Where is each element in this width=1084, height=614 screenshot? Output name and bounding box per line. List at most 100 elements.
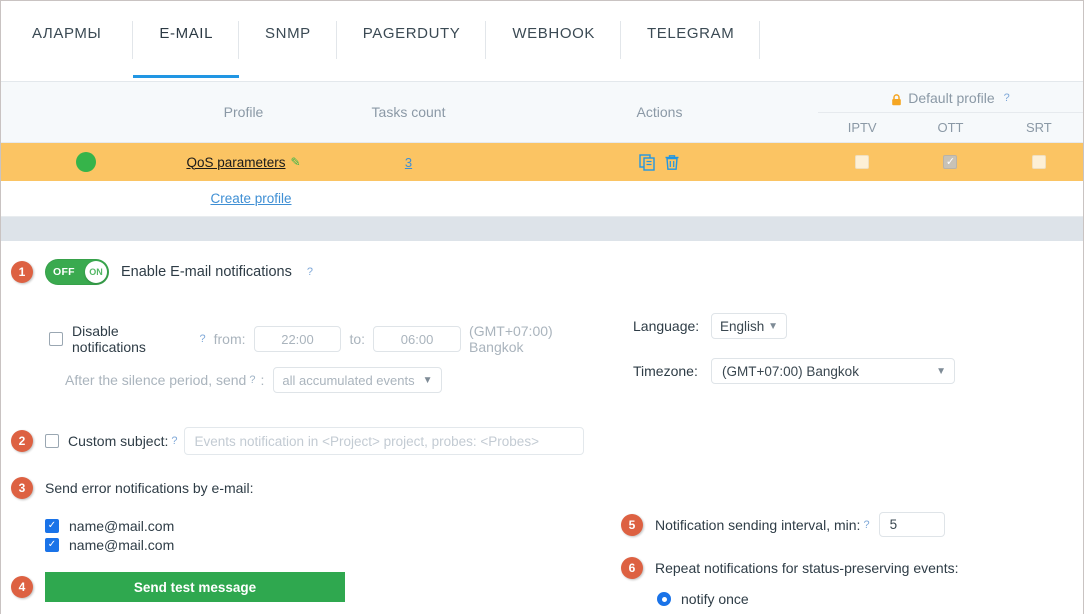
default-profile-help-icon[interactable]: ? <box>1004 92 1010 104</box>
default-iptv-checkbox[interactable] <box>855 155 869 169</box>
section-separator-band <box>1 217 1083 241</box>
recipient-checkbox-2[interactable]: ✓ <box>45 538 59 552</box>
toggle-on-label: ON <box>85 261 107 283</box>
disable-notifications-checkbox[interactable] <box>49 332 63 346</box>
notifications-settings-page: АЛАРМЫ E-MAIL SNMP PAGERDUTY WEBHOOK TEL… <box>0 0 1084 614</box>
enable-notifications-toggle[interactable]: OFF ON <box>45 259 109 285</box>
from-time-input[interactable]: 22:00 <box>254 326 342 352</box>
recipient-email-1: name@mail.com <box>69 518 174 534</box>
default-profile-subcolumns: IPTV OTT SRT <box>818 112 1083 142</box>
create-profile-row: Create profile <box>1 181 1083 217</box>
enable-notifications-row: 1 OFF ON Enable E-mail notifications ? <box>1 241 611 285</box>
tab-snmp-label: SNMP <box>265 25 311 42</box>
active-tab-underline <box>133 75 239 78</box>
timezone-select[interactable]: (GMT+07:00) Bangkok ▼ <box>711 358 955 384</box>
chevron-down-icon: ▼ <box>768 321 778 332</box>
after-silence-help-icon[interactable]: ? <box>249 374 255 386</box>
step-badge-5: 5 <box>621 514 643 536</box>
default-srt-checkbox[interactable] <box>1032 155 1046 169</box>
profile-name-cell: QoS parameters ✎ <box>171 143 316 181</box>
copy-icon[interactable] <box>639 154 656 171</box>
custom-subject-input[interactable]: Events notification in <Project> project… <box>184 427 584 455</box>
disable-notifications-row: Disable notifications ? from: 22:00 to: … <box>1 323 611 355</box>
default-iptv-cell <box>818 143 906 181</box>
enable-notifications-help-icon[interactable]: ? <box>307 266 313 278</box>
after-silence-row: After the silence period, send ? : all a… <box>1 367 611 393</box>
lock-icon <box>891 93 902 105</box>
column-header-profile: Profile <box>171 82 316 142</box>
column-header-default-profile: Default profile ? IPTV OTT SRT <box>818 82 1083 142</box>
tasks-count-link[interactable]: 3 <box>405 155 412 170</box>
custom-subject-checkbox[interactable] <box>45 434 59 448</box>
profiles-table-header: Profile Tasks count Actions Default prof… <box>1 81 1083 143</box>
to-label: to: <box>349 331 365 347</box>
disable-notifications-label: Disable notifications <box>72 323 196 355</box>
form-left-column: 1 OFF ON Enable E-mail notifications ? D… <box>1 241 611 602</box>
toggle-off-label: OFF <box>53 266 75 278</box>
step-badge-3: 3 <box>11 477 33 499</box>
custom-subject-row: 2 Custom subject: ? Events notification … <box>1 427 611 455</box>
list-item[interactable]: ✓ name@mail.com <box>45 535 611 554</box>
notify-once-radio[interactable] <box>657 592 671 606</box>
after-silence-select[interactable]: all accumulated events ▼ <box>273 367 441 393</box>
tab-email[interactable]: E-MAIL <box>133 1 239 81</box>
default-ott-cell: ✓ <box>906 143 994 181</box>
disable-notifications-help-icon[interactable]: ? <box>199 333 205 345</box>
list-item[interactable]: ✓ name@mail.com <box>45 516 611 535</box>
custom-subject-label: Custom subject: <box>68 433 168 449</box>
recipient-email-2: name@mail.com <box>69 537 174 553</box>
profile-defaults-cell: ✓ <box>818 143 1083 181</box>
delete-icon[interactable] <box>664 154 680 171</box>
table-row[interactable]: QoS parameters ✎ 3 <box>1 143 1083 181</box>
step-badge-2: 2 <box>11 430 33 452</box>
language-row: Language: English ▼ <box>611 313 1084 339</box>
status-online-icon <box>76 152 96 172</box>
repeat-notifications-label: Repeat notifications for status-preservi… <box>655 560 959 576</box>
tab-alarms-label: АЛАРМЫ <box>32 25 101 42</box>
notification-interval-help-icon[interactable]: ? <box>863 519 869 531</box>
send-test-row: 4 Send test message <box>1 572 611 602</box>
enable-notifications-label: Enable E-mail notifications <box>121 264 292 280</box>
language-select[interactable]: English ▼ <box>711 313 787 339</box>
create-profile-link[interactable]: Create profile <box>210 191 291 206</box>
tab-snmp[interactable]: SNMP <box>239 1 337 81</box>
recipient-checkbox-1[interactable]: ✓ <box>45 519 59 533</box>
column-header-actions: Actions <box>501 82 818 142</box>
profile-tasks-cell: 3 <box>316 143 501 181</box>
tab-pagerduty[interactable]: PAGERDUTY <box>337 1 487 81</box>
notification-interval-row: 5 Notification sending interval, min: ? … <box>611 512 1084 537</box>
edit-pencil-icon[interactable]: ✎ <box>290 155 300 169</box>
notify-once-label: notify once <box>681 591 749 607</box>
step-badge-1: 1 <box>11 261 33 283</box>
after-silence-selected-value: all accumulated events <box>282 373 414 388</box>
default-srt-cell <box>995 143 1083 181</box>
notify-once-row[interactable]: notify once <box>611 591 1084 607</box>
step-badge-4: 4 <box>11 576 33 598</box>
timezone-note: (GMT+07:00) Bangkok <box>469 323 611 355</box>
language-selected-value: English <box>720 319 764 334</box>
step-badge-6: 6 <box>621 557 643 579</box>
timezone-row: Timezone: (GMT+07:00) Bangkok ▼ <box>611 358 1084 384</box>
send-test-message-button[interactable]: Send test message <box>45 572 345 602</box>
notification-interval-input[interactable]: 5 <box>879 512 945 537</box>
chevron-down-icon: ▼ <box>423 375 433 386</box>
column-header-status <box>1 82 171 142</box>
after-silence-label: After the silence period, send <box>65 372 246 388</box>
custom-subject-help-icon[interactable]: ? <box>171 435 177 447</box>
tab-telegram[interactable]: TELEGRAM <box>621 1 760 81</box>
to-time-input[interactable]: 06:00 <box>373 326 461 352</box>
column-header-ott: OTT <box>906 113 994 142</box>
profile-actions-cell <box>501 143 818 181</box>
column-header-tasks-count: Tasks count <box>316 82 501 142</box>
send-errors-row: 3 Send error notifications by e-mail: <box>1 477 611 499</box>
tab-pagerduty-label: PAGERDUTY <box>363 25 461 42</box>
profile-status-cell <box>1 143 171 181</box>
after-silence-colon: : <box>260 372 264 388</box>
notification-interval-label: Notification sending interval, min: <box>655 517 860 533</box>
tab-webhook[interactable]: WEBHOOK <box>486 1 621 81</box>
default-profile-label: Default profile <box>908 90 994 106</box>
tab-alarms[interactable]: АЛАРМЫ <box>2 1 133 81</box>
channel-tabs: АЛАРМЫ E-MAIL SNMP PAGERDUTY WEBHOOK TEL… <box>1 1 1083 81</box>
default-ott-checkbox[interactable]: ✓ <box>943 155 957 169</box>
profile-name-link[interactable]: QoS parameters <box>186 155 285 170</box>
